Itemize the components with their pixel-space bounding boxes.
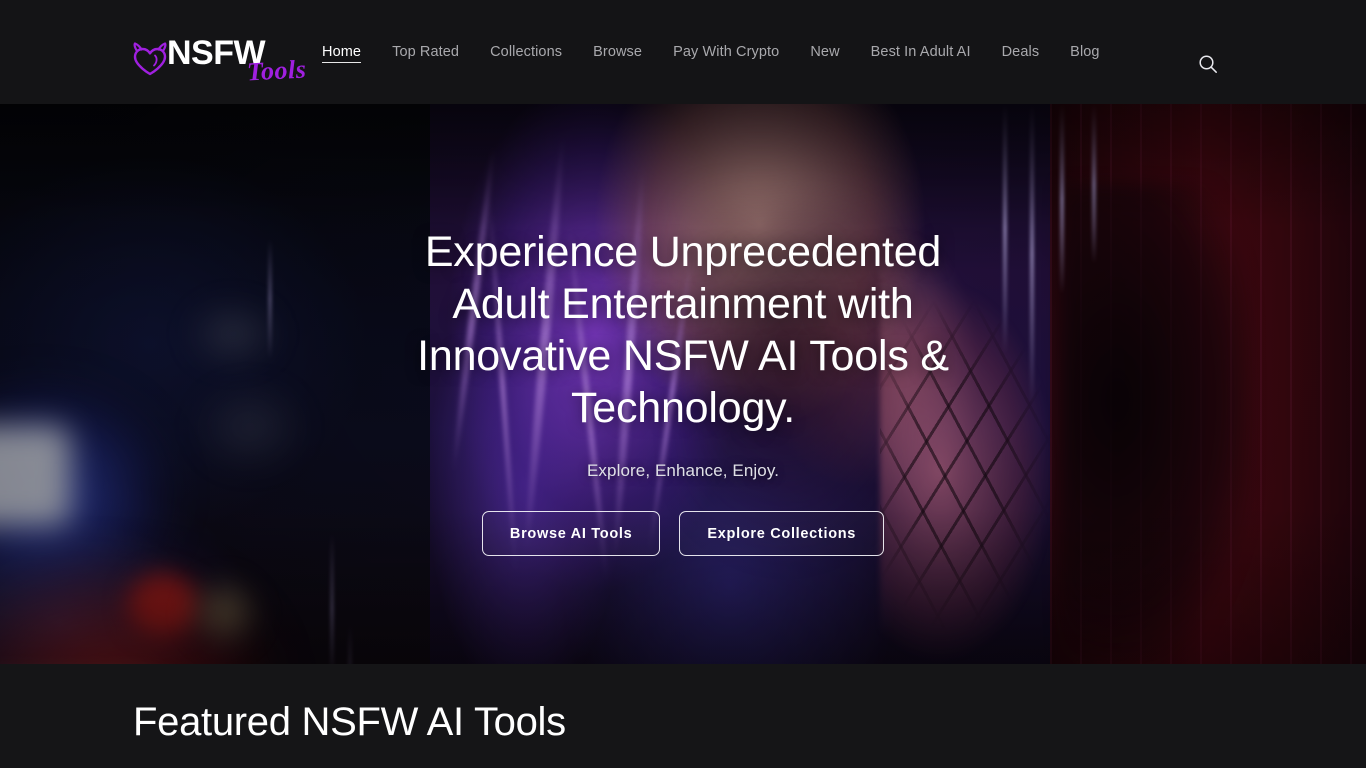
site-logo[interactable]: NSFW Tools	[131, 36, 308, 87]
site-header: NSFW Tools Home Top Rated Collections Br…	[0, 0, 1366, 104]
search-icon[interactable]	[1195, 51, 1221, 77]
nav-item-home[interactable]: Home	[322, 41, 362, 63]
explore-collections-button[interactable]: Explore Collections	[679, 511, 885, 556]
hero-actions: Browse AI Tools Explore Collections	[481, 511, 885, 556]
hero-section: Experience Unprecedented Adult Entertain…	[0, 104, 1366, 664]
nav-item-collections[interactable]: Collections	[490, 41, 562, 63]
hero-subtitle: Explore, Enhance, Enjoy.	[586, 461, 780, 480]
nav-item-top-rated[interactable]: Top Rated	[392, 41, 459, 63]
nav-item-new[interactable]: New	[810, 41, 839, 63]
main-navigation: Home Top Rated Collections Browse Pay Wi…	[322, 0, 1100, 104]
nav-item-browse[interactable]: Browse	[593, 41, 642, 63]
nav-item-blog[interactable]: Blog	[1070, 41, 1099, 63]
featured-section-title: Featured NSFW AI Tools	[133, 700, 566, 744]
hero-title: Experience Unprecedented Adult Entertain…	[417, 228, 949, 432]
featured-tools-section: Featured NSFW AI Tools	[0, 664, 1366, 768]
browse-ai-tools-button[interactable]: Browse AI Tools	[481, 511, 661, 556]
nav-item-best-in-adult-ai[interactable]: Best In Adult AI	[871, 41, 971, 63]
nav-item-deals[interactable]: Deals	[1002, 41, 1040, 63]
devil-heart-icon	[131, 42, 169, 78]
logo-script-text: Tools	[246, 54, 308, 87]
nav-item-pay-with-crypto[interactable]: Pay With Crypto	[673, 41, 779, 63]
